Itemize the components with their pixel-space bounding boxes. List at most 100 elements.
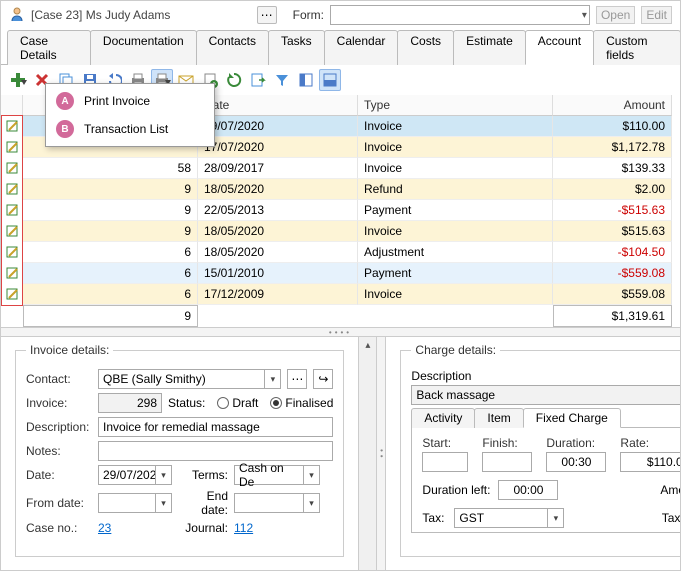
edit-row-icon[interactable] xyxy=(2,284,22,305)
status-draft-radio[interactable]: Draft xyxy=(217,396,258,410)
tab-calendar[interactable]: Calendar xyxy=(324,30,399,65)
grid-cell[interactable]: 9 xyxy=(23,221,198,242)
charge-desc-input[interactable] xyxy=(411,385,681,405)
edit-button[interactable]: Edit xyxy=(641,6,672,24)
journal-label: Journal: xyxy=(178,521,228,535)
grid-cell[interactable]: -$515.63 xyxy=(553,200,672,221)
tab-estimate[interactable]: Estimate xyxy=(453,30,526,65)
grid-cell[interactable]: Invoice xyxy=(358,137,553,158)
v-splitter[interactable]: •• xyxy=(376,337,386,571)
grid-cell[interactable]: 15/01/2010 xyxy=(198,263,358,284)
menu-transaction-list[interactable]: B Transaction List xyxy=(46,115,214,143)
grid-cell[interactable]: $515.63 xyxy=(553,221,672,242)
grid-cell[interactable]: Invoice xyxy=(358,116,553,137)
charge-tab-activity[interactable]: Activity xyxy=(411,408,475,428)
export-button[interactable] xyxy=(247,69,269,91)
row-edit-icons xyxy=(1,115,23,306)
total-amount xyxy=(553,305,672,327)
description-input[interactable] xyxy=(98,417,333,437)
date-picker[interactable]: 29/07/2020▾ xyxy=(98,465,172,485)
invoice-details-panel: Invoice details: Contact: QBE (Sally Smi… xyxy=(15,343,344,557)
durleft-input[interactable] xyxy=(498,480,558,500)
edit-row-icon[interactable] xyxy=(2,242,22,263)
grid-cell[interactable]: 29/07/2020 xyxy=(198,116,358,137)
grid-cell[interactable]: Adjustment xyxy=(358,242,553,263)
grid-cell[interactable]: 6 xyxy=(23,242,198,263)
edit-row-icon[interactable] xyxy=(2,221,22,242)
col-header-date[interactable]: Date xyxy=(198,95,358,116)
journal-link[interactable]: 112 xyxy=(234,521,253,535)
grid-cell[interactable]: 58 xyxy=(23,158,198,179)
tab-contacts[interactable]: Contacts xyxy=(196,30,269,65)
grid-cell[interactable]: 9 xyxy=(23,200,198,221)
terms-combo[interactable]: Cash on De▾ xyxy=(234,465,320,485)
start-input[interactable] xyxy=(422,452,468,472)
grid-cell[interactable]: $1,172.78 xyxy=(553,137,672,158)
form-combo[interactable]: ▾ xyxy=(330,5,590,25)
menu-print-invoice[interactable]: A Print Invoice xyxy=(46,87,214,115)
col-header-type[interactable]: Type xyxy=(358,95,553,116)
h-splitter[interactable]: •••• xyxy=(1,327,680,337)
grid-cell[interactable]: Invoice xyxy=(358,158,553,179)
caseno-link[interactable]: 23 xyxy=(98,521,172,535)
edit-row-icon[interactable] xyxy=(2,263,22,284)
print-dropdown-menu: A Print Invoice B Transaction List xyxy=(45,83,215,147)
status-finalised-radio[interactable]: Finalised xyxy=(270,396,333,410)
col-header-amount[interactable]: Amount xyxy=(553,95,672,116)
tab-account[interactable]: Account xyxy=(525,30,594,65)
grid-cell[interactable]: Refund xyxy=(358,179,553,200)
grid-cell[interactable]: 6 xyxy=(23,284,198,305)
duration-input[interactable] xyxy=(546,452,606,472)
grid-cell[interactable]: Payment xyxy=(358,263,553,284)
contact-combo[interactable]: QBE (Sally Smithy)▾ xyxy=(98,369,281,389)
tax-combo[interactable]: GST▾ xyxy=(454,508,564,528)
col-header-icon[interactable] xyxy=(1,95,23,116)
grid-cell[interactable]: 22/05/2013 xyxy=(198,200,358,221)
grid-cell[interactable]: $110.00 xyxy=(553,116,672,137)
grid-cell[interactable]: 28/09/2017 xyxy=(198,158,358,179)
fromdate-picker[interactable]: ▾ xyxy=(98,493,172,513)
invoice-scrollbar[interactable]: ▴ xyxy=(358,337,376,571)
grid-cell[interactable]: $139.33 xyxy=(553,158,672,179)
charge-tab-fixed[interactable]: Fixed Charge xyxy=(523,408,621,428)
contact-link-button[interactable]: ↪ xyxy=(313,369,333,389)
edit-row-icon[interactable] xyxy=(2,158,22,179)
refresh-button[interactable] xyxy=(223,69,245,91)
grid-cell[interactable]: 18/05/2020 xyxy=(198,221,358,242)
grid-cell[interactable]: Invoice xyxy=(358,284,553,305)
layout-button[interactable] xyxy=(295,69,317,91)
case-menu-button[interactable]: ⋯ xyxy=(257,6,277,24)
add-button[interactable] xyxy=(7,69,29,91)
edit-row-icon[interactable] xyxy=(2,116,22,137)
grid-cell[interactable]: 6 xyxy=(23,263,198,284)
edit-row-icon[interactable] xyxy=(2,137,22,158)
grid-cell[interactable]: 17/07/2020 xyxy=(198,137,358,158)
edit-row-icon[interactable] xyxy=(2,179,22,200)
grid-cell[interactable]: Payment xyxy=(358,200,553,221)
finish-input[interactable] xyxy=(482,452,532,472)
grid-cell[interactable]: -$104.50 xyxy=(553,242,672,263)
view-button[interactable] xyxy=(319,69,341,91)
grid-cell[interactable]: -$559.08 xyxy=(553,263,672,284)
tab-case-details[interactable]: Case Details xyxy=(7,30,91,65)
charge-tab-item[interactable]: Item xyxy=(474,408,523,428)
open-button[interactable]: Open xyxy=(596,6,635,24)
rate-input[interactable] xyxy=(620,452,681,472)
grid-cell[interactable]: $559.08 xyxy=(553,284,672,305)
grid-cell[interactable]: Invoice xyxy=(358,221,553,242)
edit-row-icon[interactable] xyxy=(2,200,22,221)
tab-documentation[interactable]: Documentation xyxy=(90,30,197,65)
filter-button[interactable] xyxy=(271,69,293,91)
grid-cell[interactable]: 18/05/2020 xyxy=(198,179,358,200)
grid-cell[interactable]: 9 xyxy=(23,179,198,200)
tab-costs[interactable]: Costs xyxy=(397,30,454,65)
grid-cell[interactable]: 17/12/2009 xyxy=(198,284,358,305)
contact-menu-button[interactable]: ⋯ xyxy=(287,369,307,389)
enddate-picker[interactable]: ▾ xyxy=(234,493,320,513)
tab-custom-fields[interactable]: Custom fields xyxy=(593,30,681,65)
grid-cell[interactable]: 18/05/2020 xyxy=(198,242,358,263)
grid-cell[interactable]: $2.00 xyxy=(553,179,672,200)
notes-input[interactable] xyxy=(98,441,333,461)
charge-legend: Charge details: xyxy=(411,343,500,357)
tab-tasks[interactable]: Tasks xyxy=(268,30,325,65)
